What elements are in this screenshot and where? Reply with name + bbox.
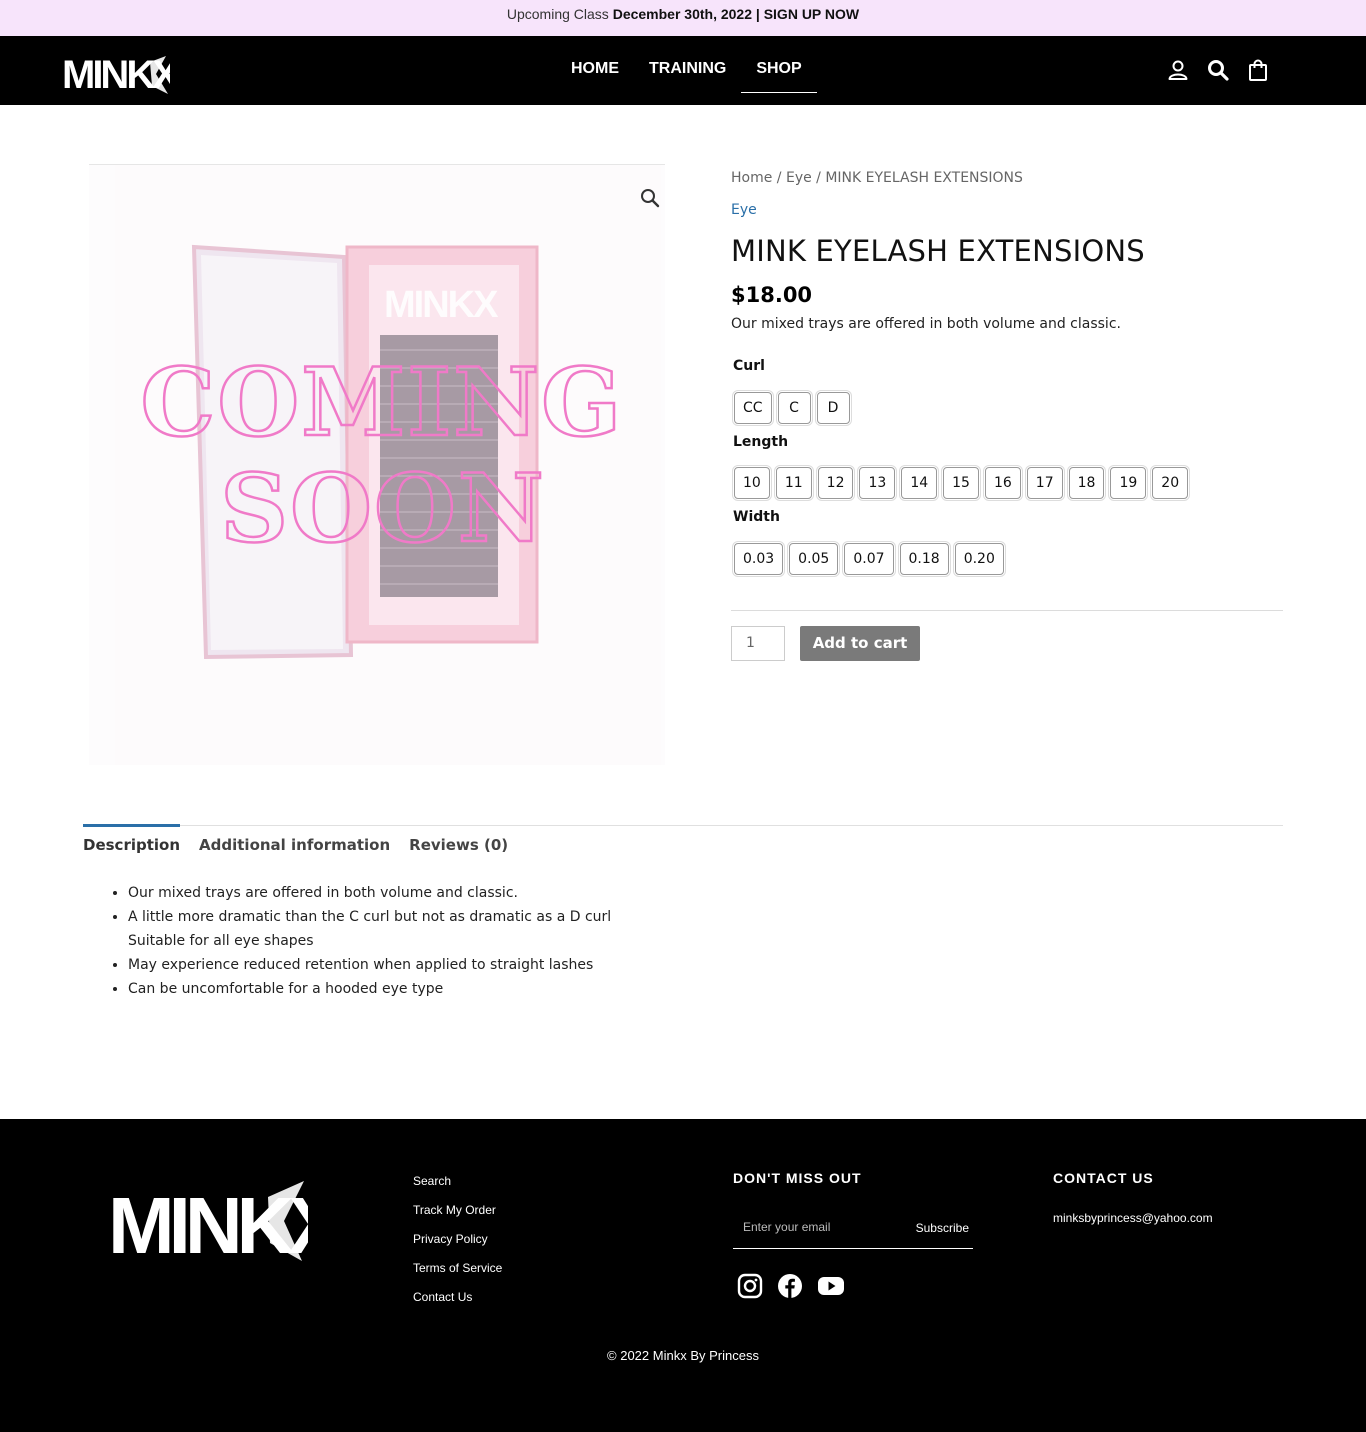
length-option[interactable]: 14 — [901, 467, 938, 499]
facebook-icon[interactable] — [777, 1273, 803, 1299]
width-option[interactable]: 0.07 — [844, 543, 894, 575]
announcement-highlight[interactable]: December 30th, 2022 | SIGN UP NOW — [613, 6, 859, 22]
youtube-icon[interactable] — [817, 1273, 844, 1299]
length-option[interactable]: 17 — [1026, 467, 1063, 499]
user-icon[interactable] — [1166, 58, 1190, 82]
curl-option[interactable]: C — [777, 392, 811, 424]
breadcrumb: Home / Eye / MINK EYELASH EXTENSIONS — [731, 170, 1023, 186]
footer-link-search[interactable]: Search — [413, 1173, 502, 1202]
length-option[interactable]: 15 — [943, 467, 979, 499]
product-price: $18.00 — [731, 283, 813, 307]
search-icon[interactable] — [1206, 58, 1230, 82]
contact-heading: CONTACT US — [1053, 1170, 1154, 1186]
width-option[interactable]: 0.05 — [789, 543, 839, 575]
box-logo: MINKX — [384, 284, 499, 326]
footer-logo[interactable]: MINKX — [108, 1177, 347, 1270]
summary-divider — [731, 610, 1283, 611]
contact-email[interactable]: minksbyprincess@yahoo.com — [1053, 1211, 1213, 1225]
tab-reviews[interactable]: Reviews (0) — [409, 825, 508, 865]
nav-training[interactable]: TRAINING — [634, 36, 741, 92]
description-list: Our mixed trays are offered in both volu… — [128, 881, 648, 1001]
instagram-icon[interactable] — [737, 1273, 763, 1299]
list-item: Can be uncomfortable for a hooded eye ty… — [128, 977, 648, 1001]
length-option[interactable]: 13 — [859, 467, 896, 499]
shopping-bag-icon[interactable] — [1246, 58, 1270, 82]
length-swatches: 10 11 12 13 14 15 16 17 18 19 20 — [734, 467, 1189, 499]
tab-additional-information[interactable]: Additional information — [199, 825, 390, 865]
footer-link-contact[interactable]: Contact Us — [413, 1289, 502, 1318]
length-option[interactable]: 18 — [1068, 467, 1105, 499]
coming-soon-line-2: SOON — [220, 454, 546, 564]
length-option[interactable]: 19 — [1110, 467, 1147, 499]
width-option[interactable]: 0.20 — [954, 543, 1004, 575]
product-image[interactable]: MINKX COMING SOON — [89, 165, 665, 765]
announcement-prefix: Upcoming Class — [506, 6, 609, 22]
newsletter-form: Enter your email Subscribe — [733, 1208, 973, 1249]
curl-swatches: CC C D — [734, 392, 850, 424]
length-option[interactable]: 20 — [1152, 467, 1189, 499]
length-option[interactable]: 12 — [817, 467, 854, 499]
product-category-link[interactable]: Eye — [731, 202, 757, 218]
announcement-bar[interactable]: Upcoming Class December 30th, 2022 | SIG… — [0, 0, 1366, 36]
newsletter-heading: DON'T MISS OUT — [733, 1170, 862, 1186]
site-logo[interactable]: MINKX — [62, 52, 182, 97]
width-option[interactable]: 0.18 — [899, 543, 949, 575]
length-option[interactable]: 16 — [984, 467, 1021, 499]
copyright: © 2022 Minkx By Princess — [607, 1348, 759, 1363]
nav-shop[interactable]: SHOP — [741, 36, 818, 93]
length-option[interactable]: 10 — [734, 467, 770, 499]
length-label: Length — [733, 434, 789, 450]
add-to-cart-button[interactable]: Add to cart — [800, 626, 920, 661]
list-item: A little more dramatic than the C curl b… — [128, 905, 648, 953]
subscribe-button[interactable]: Subscribe — [916, 1221, 969, 1235]
width-label: Width — [733, 509, 780, 525]
footer-link-track-order[interactable]: Track My Order — [413, 1202, 502, 1231]
list-item: May experience reduced retention when ap… — [128, 953, 648, 977]
coming-soon-line-1: COMING — [141, 348, 624, 458]
breadcrumb-category[interactable]: Eye — [786, 170, 812, 186]
width-option[interactable]: 0.03 — [734, 543, 784, 575]
width-swatches: 0.03 0.05 0.07 0.18 0.20 — [734, 543, 1004, 575]
product-short-description: Our mixed trays are offered in both volu… — [731, 316, 1121, 332]
footer-links: Search Track My Order Privacy Policy Ter… — [413, 1173, 502, 1318]
breadcrumb-separator: / — [772, 170, 786, 186]
site-footer: MINKX Search Track My Order Privacy Poli… — [0, 1119, 1366, 1432]
quantity-input[interactable]: 1 — [731, 626, 785, 661]
curl-option[interactable]: D — [816, 392, 850, 424]
magnifier-icon[interactable] — [638, 186, 662, 210]
header-icons — [1166, 58, 1270, 82]
product-tabs: Description Additional information Revie… — [83, 824, 508, 865]
tab-description[interactable]: Description — [83, 824, 181, 865]
breadcrumb-separator: / — [811, 170, 826, 186]
footer-link-terms[interactable]: Terms of Service — [413, 1260, 502, 1289]
main-nav: HOME TRAINING SHOP — [556, 36, 818, 105]
nav-home[interactable]: HOME — [556, 36, 634, 92]
curl-option[interactable]: CC — [734, 392, 772, 424]
product-title: MINK EYELASH EXTENSIONS — [731, 234, 1145, 268]
site-header: MINKX HOME TRAINING SHOP — [0, 36, 1366, 105]
breadcrumb-current: MINK EYELASH EXTENSIONS — [825, 170, 1023, 186]
footer-link-privacy[interactable]: Privacy Policy — [413, 1231, 502, 1260]
curl-label: Curl — [733, 358, 765, 374]
email-field[interactable]: Enter your email — [743, 1220, 830, 1234]
length-option[interactable]: 11 — [775, 467, 812, 499]
breadcrumb-home[interactable]: Home — [731, 170, 772, 186]
social-links — [737, 1273, 844, 1299]
list-item: Our mixed trays are offered in both volu… — [128, 881, 648, 905]
